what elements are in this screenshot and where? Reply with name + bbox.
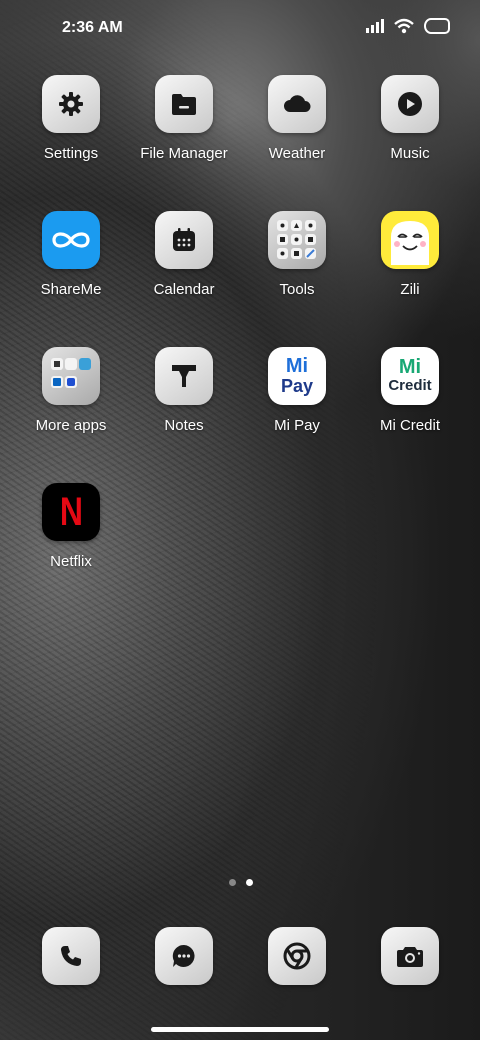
- app-calendar[interactable]: Calendar: [128, 211, 240, 298]
- app-notes[interactable]: Notes: [128, 347, 240, 434]
- app-label: Weather: [268, 145, 326, 162]
- app-music[interactable]: Music: [354, 75, 466, 162]
- app-label: Music: [390, 145, 430, 162]
- tools-folder-icon: [268, 211, 326, 269]
- cloud-icon: [268, 75, 326, 133]
- app-label: Settings: [43, 145, 99, 162]
- folder-icon: [155, 75, 213, 133]
- zili-face-icon: [381, 211, 439, 269]
- chat-bubble-icon: [155, 927, 213, 985]
- app-label: More apps: [35, 417, 107, 434]
- dock-camera[interactable]: [354, 927, 466, 985]
- app-label: Calendar: [153, 281, 215, 298]
- dock-messages[interactable]: [128, 927, 240, 985]
- app-tools-folder[interactable]: Tools: [241, 211, 353, 298]
- page-dot-active[interactable]: [246, 879, 253, 886]
- app-label: Zili: [400, 281, 420, 298]
- page-indicator: [229, 879, 253, 886]
- dock-chrome[interactable]: [241, 927, 353, 985]
- page-dot[interactable]: [229, 879, 236, 886]
- app-mi-pay[interactable]: Mi Pay Mi Pay: [241, 347, 353, 434]
- mi-pay-logo-pay: Pay: [280, 376, 314, 396]
- infinity-icon: [42, 211, 100, 269]
- mi-credit-logo: Mi Credit: [381, 347, 439, 405]
- app-label: Netflix: [50, 553, 92, 570]
- app-label: Mi Pay: [274, 417, 320, 434]
- battery-icon: [424, 18, 450, 39]
- mi-pay-logo: Mi Pay: [268, 347, 326, 405]
- signal-icon: [366, 19, 384, 38]
- mi-pay-logo-mi: Mi: [285, 355, 309, 377]
- app-label: Notes: [164, 417, 204, 434]
- dock-phone[interactable]: [15, 927, 127, 985]
- app-zili[interactable]: Zili: [354, 211, 466, 298]
- app-weather[interactable]: Weather: [241, 75, 353, 162]
- app-mi-credit[interactable]: Mi Credit Mi Credit: [354, 347, 466, 434]
- chrome-icon: [268, 927, 326, 985]
- app-more-apps-folder[interactable]: More apps: [15, 347, 127, 434]
- app-netflix[interactable]: N Netflix: [15, 483, 127, 570]
- status-bar: 2:36 AM: [0, 0, 480, 56]
- app-label: Mi Credit: [379, 417, 440, 434]
- calendar-icon: [155, 211, 213, 269]
- app-label: ShareMe: [40, 281, 102, 298]
- app-settings[interactable]: Settings: [15, 75, 127, 162]
- app-shareme[interactable]: ShareMe: [15, 211, 127, 298]
- app-label: Tools: [279, 281, 315, 298]
- netflix-logo: N: [42, 483, 100, 541]
- camera-icon: [381, 927, 439, 985]
- wifi-icon: [394, 18, 414, 39]
- home-indicator-bar[interactable]: [151, 1027, 329, 1032]
- mi-credit-logo-credit: Credit: [388, 377, 432, 394]
- phone-icon: [42, 927, 100, 985]
- mi-credit-logo-mi: Mi: [398, 356, 422, 378]
- app-file-manager[interactable]: File Manager: [128, 75, 240, 162]
- app-label: File Manager: [140, 145, 228, 162]
- gear-icon: [42, 75, 100, 133]
- funnel-note-icon: [155, 347, 213, 405]
- play-icon: [381, 75, 439, 133]
- apps-folder-icon: [42, 347, 100, 405]
- status-time: 2:36 AM: [62, 19, 123, 36]
- netflix-logo-letter: N: [59, 490, 83, 534]
